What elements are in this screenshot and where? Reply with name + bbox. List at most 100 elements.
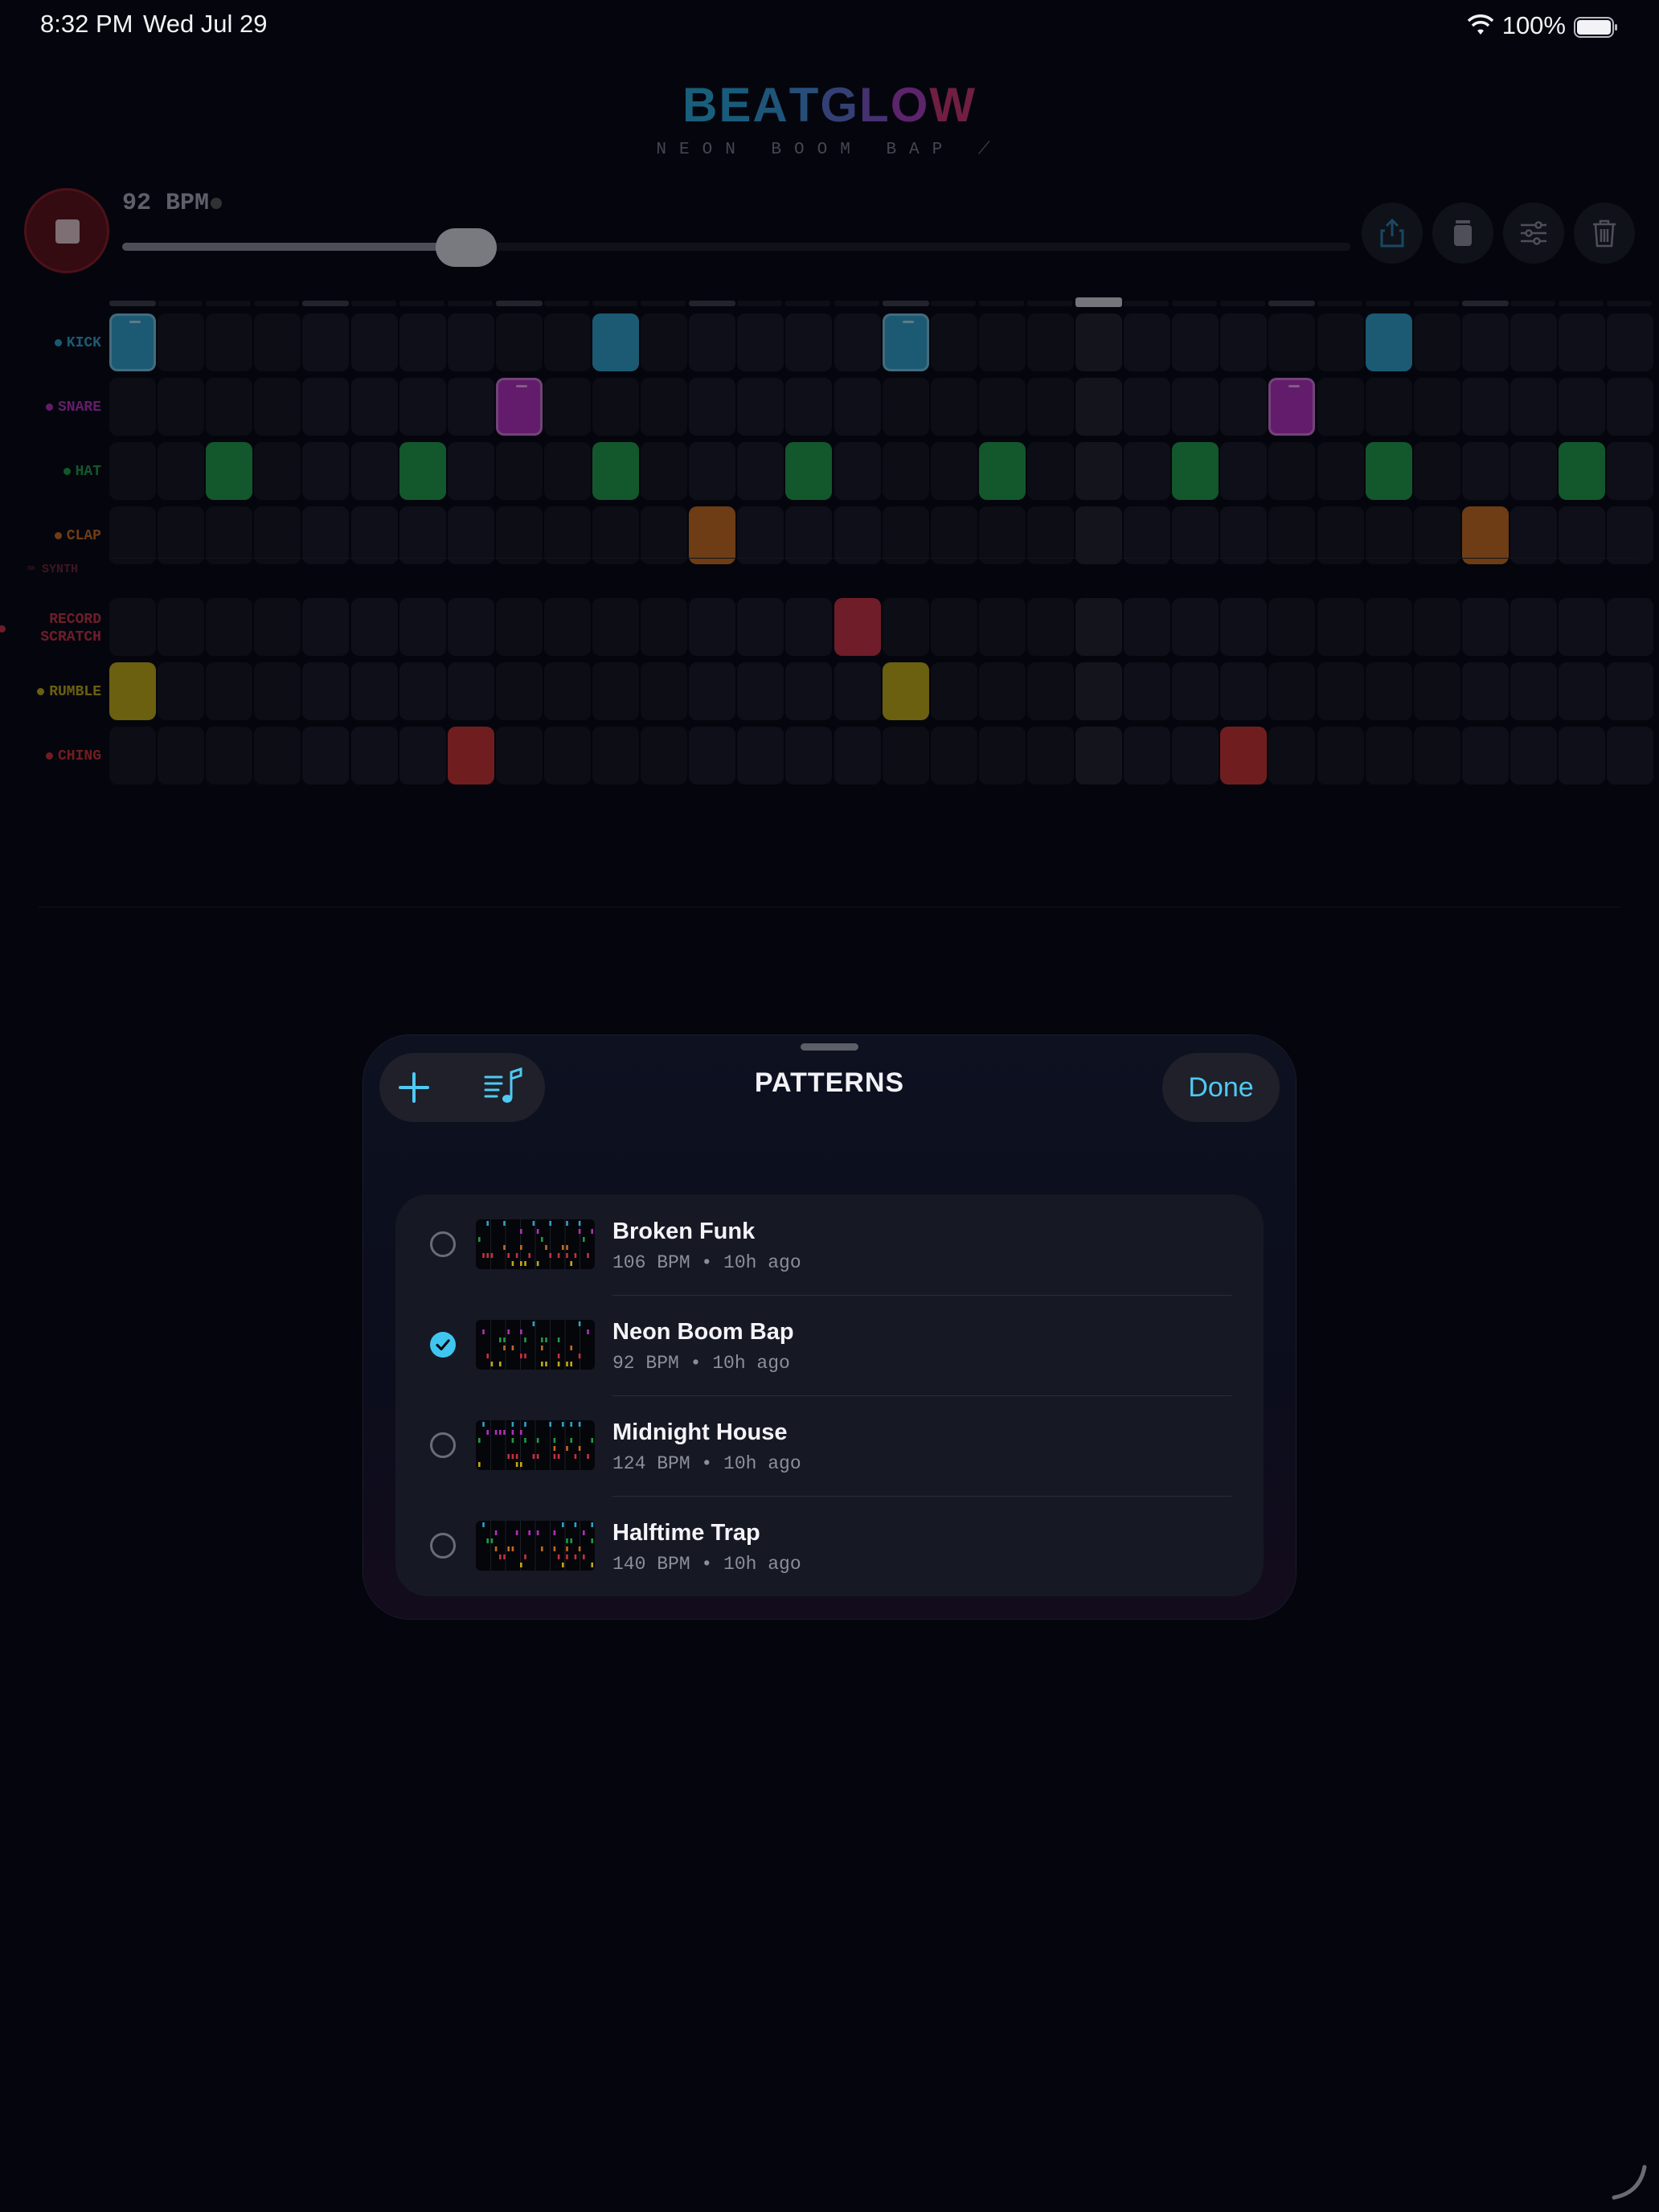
step-pad[interactable] — [447, 727, 494, 784]
step-pad[interactable] — [1461, 727, 1509, 784]
step-pad[interactable] — [737, 662, 784, 720]
step-pad[interactable] — [302, 442, 350, 500]
step-pad[interactable] — [399, 598, 446, 656]
step-pad[interactable] — [1268, 442, 1316, 500]
trash-button[interactable] — [1574, 203, 1635, 264]
step-pad[interactable] — [882, 727, 929, 784]
step-pad[interactable] — [1317, 378, 1364, 436]
step-pad[interactable] — [1365, 378, 1412, 436]
step-pad[interactable] — [1607, 727, 1654, 784]
step-pad[interactable] — [1268, 598, 1316, 656]
step-pad[interactable] — [641, 598, 688, 656]
step-pad[interactable] — [1026, 662, 1074, 720]
step-pad[interactable] — [1413, 506, 1460, 564]
step-pad[interactable] — [1075, 442, 1122, 500]
step-pad[interactable] — [689, 442, 736, 500]
step-pad[interactable] — [1461, 313, 1509, 371]
step-pad[interactable] — [495, 313, 543, 371]
step-pad[interactable] — [1607, 313, 1654, 371]
mixer-button[interactable] — [1503, 203, 1564, 264]
step-pad[interactable] — [930, 727, 977, 784]
step-pad[interactable] — [978, 442, 1026, 500]
step-pad[interactable] — [399, 442, 446, 500]
tempo-slider[interactable] — [122, 243, 1350, 251]
step-pad[interactable] — [1413, 598, 1460, 656]
step-pad[interactable] — [1026, 313, 1074, 371]
step-pad[interactable] — [206, 378, 253, 436]
step-pad[interactable] — [882, 378, 929, 436]
step-pad[interactable] — [834, 598, 881, 656]
step-pad[interactable] — [1365, 662, 1412, 720]
step-pad[interactable] — [1220, 442, 1268, 500]
step-pad[interactable] — [447, 378, 494, 436]
step-pad[interactable] — [350, 662, 398, 720]
step-pad[interactable] — [882, 442, 929, 500]
step-pad[interactable] — [1559, 313, 1605, 371]
step-pad[interactable] — [447, 598, 494, 656]
step-pad[interactable] — [1559, 662, 1605, 720]
step-pad[interactable] — [447, 442, 494, 500]
track-label-clap[interactable]: CLAP — [5, 527, 101, 545]
step-pad[interactable] — [1075, 378, 1122, 436]
step-pad[interactable] — [1124, 662, 1171, 720]
step-pad[interactable] — [1026, 506, 1074, 564]
step-pad[interactable] — [737, 727, 784, 784]
step-pad[interactable] — [1365, 727, 1412, 784]
step-pad[interactable] — [882, 506, 929, 564]
step-pad[interactable] — [785, 727, 833, 784]
step-pad[interactable] — [158, 442, 205, 500]
step-pad[interactable] — [641, 313, 688, 371]
step-pad[interactable] — [1317, 598, 1364, 656]
step-pad[interactable] — [206, 727, 253, 784]
step-pad[interactable] — [399, 378, 446, 436]
step-pad[interactable] — [254, 313, 301, 371]
step-pad[interactable] — [109, 313, 156, 371]
step-pad[interactable] — [1559, 727, 1605, 784]
step-pad[interactable] — [206, 442, 253, 500]
resize-handle-icon[interactable] — [1611, 2164, 1648, 2201]
step-pad[interactable] — [1413, 727, 1460, 784]
step-pad[interactable] — [1268, 506, 1316, 564]
step-pad[interactable] — [302, 313, 350, 371]
step-pad[interactable] — [930, 598, 977, 656]
step-pad[interactable] — [158, 727, 205, 784]
step-pad[interactable] — [1317, 506, 1364, 564]
radio-icon[interactable] — [430, 1231, 456, 1257]
step-pad[interactable] — [1317, 727, 1364, 784]
step-pad[interactable] — [834, 662, 881, 720]
step-pad[interactable] — [1124, 378, 1171, 436]
step-pad[interactable] — [641, 727, 688, 784]
step-pad[interactable] — [592, 662, 639, 720]
step-pad[interactable] — [1461, 442, 1509, 500]
step-pad[interactable] — [978, 313, 1026, 371]
step-pad[interactable] — [641, 506, 688, 564]
step-pad[interactable] — [785, 378, 833, 436]
step-pad[interactable] — [302, 378, 350, 436]
step-pad[interactable] — [689, 727, 736, 784]
step-pad[interactable] — [592, 727, 639, 784]
step-pad[interactable] — [834, 378, 881, 436]
step-pad[interactable] — [1413, 442, 1460, 500]
track-label-ching[interactable]: CHING — [5, 748, 101, 765]
step-pad[interactable] — [737, 442, 784, 500]
stop-button[interactable] — [24, 188, 109, 273]
step-pad[interactable] — [350, 378, 398, 436]
share-button[interactable] — [1362, 203, 1423, 264]
step-pad[interactable] — [1026, 727, 1074, 784]
step-pad[interactable] — [1124, 442, 1171, 500]
step-pad[interactable] — [1607, 506, 1654, 564]
step-pad[interactable] — [978, 378, 1026, 436]
step-pad[interactable] — [206, 598, 253, 656]
step-pad[interactable] — [1075, 727, 1122, 784]
step-pad[interactable] — [109, 506, 156, 564]
step-pad[interactable] — [1413, 313, 1460, 371]
pattern-row[interactable]: Broken Funk 106 BPM • 10h ago — [395, 1194, 1264, 1295]
step-pad[interactable] — [1413, 662, 1460, 720]
step-pad[interactable] — [1172, 727, 1219, 784]
step-pad[interactable] — [592, 442, 639, 500]
step-pad[interactable] — [882, 662, 929, 720]
step-pad[interactable] — [737, 313, 784, 371]
step-pad[interactable] — [1607, 662, 1654, 720]
step-pad[interactable] — [1075, 662, 1122, 720]
step-pad[interactable] — [1172, 313, 1219, 371]
